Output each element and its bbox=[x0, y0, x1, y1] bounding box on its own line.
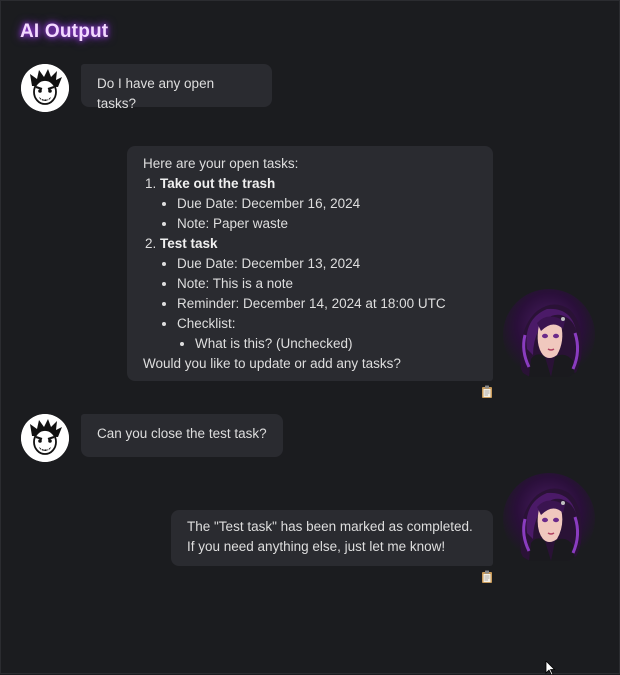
user-avatar bbox=[21, 414, 69, 462]
ai-intro-text: Here are your open tasks: bbox=[143, 156, 299, 171]
task-detail: Note: Paper waste bbox=[177, 214, 477, 234]
ai-message: The "Test task" has been marked as compl… bbox=[171, 510, 493, 566]
checklist: What is this? (Unchecked) bbox=[177, 334, 477, 354]
ai-message-line: If you need anything else, just let me k… bbox=[187, 539, 446, 554]
mouse-cursor-icon bbox=[545, 661, 556, 675]
ai-avatar bbox=[503, 473, 595, 565]
task-detail: Checklist: What is this? (Unchecked) bbox=[177, 314, 477, 354]
page-title: AI Output bbox=[20, 21, 109, 42]
list-item: Take out the trash Due Date: December 16… bbox=[160, 174, 477, 234]
user-avatar bbox=[21, 64, 69, 112]
checklist-label: Checklist: bbox=[177, 316, 236, 331]
task-name: Take out the trash bbox=[160, 176, 276, 191]
task-details: Due Date: December 13, 2024 Note: This i… bbox=[160, 254, 477, 354]
user-message-text: Do I have any open tasks? bbox=[97, 76, 215, 111]
ai-avatar bbox=[503, 289, 595, 381]
checklist-item: What is this? (Unchecked) bbox=[195, 334, 477, 354]
anime-girl-avatar bbox=[520, 304, 582, 377]
user-message: Do I have any open tasks? bbox=[81, 64, 272, 111]
ai-message-line: The "Test task" has been marked as compl… bbox=[187, 519, 473, 534]
task-list: Take out the trash Due Date: December 16… bbox=[143, 174, 477, 354]
task-detail: Due Date: December 13, 2024 bbox=[177, 254, 477, 274]
task-detail: Due Date: December 16, 2024 bbox=[177, 194, 477, 214]
task-details: Due Date: December 16, 2024 Note: Paper … bbox=[160, 194, 477, 234]
clipboard-icon[interactable] bbox=[481, 385, 493, 398]
task-name: Test task bbox=[160, 236, 218, 251]
user-message: Can you close the test task? bbox=[81, 414, 283, 457]
chat-window: AI Output Do I have any open tasks? Here… bbox=[0, 0, 620, 675]
ai-outro-text: Would you like to update or add any task… bbox=[143, 356, 401, 371]
list-item: Test task Due Date: December 13, 2024 No… bbox=[160, 234, 477, 354]
task-detail: Note: This is a note bbox=[177, 274, 477, 294]
cartoon-face-icon bbox=[21, 64, 69, 112]
anime-girl-avatar bbox=[520, 488, 582, 561]
clipboard-icon[interactable] bbox=[481, 570, 493, 583]
cartoon-face-icon bbox=[21, 414, 69, 462]
user-message-text: Can you close the test task? bbox=[97, 426, 267, 441]
ai-message: Here are your open tasks: Take out the t… bbox=[127, 146, 493, 381]
task-detail: Reminder: December 14, 2024 at 18:00 UTC bbox=[177, 294, 477, 314]
